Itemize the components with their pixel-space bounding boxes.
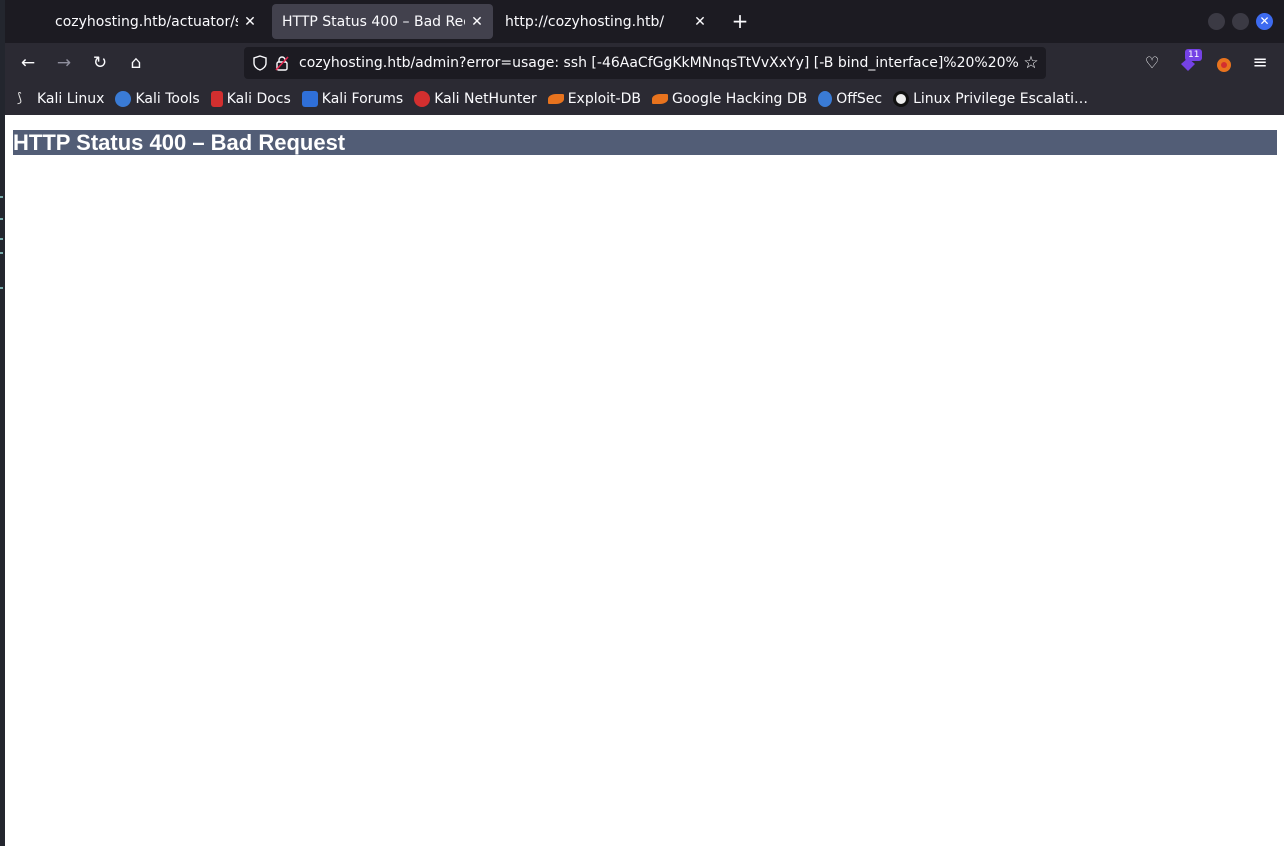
foxyproxy-icon[interactable] xyxy=(1212,51,1236,75)
tab-close-icon[interactable]: ✕ xyxy=(469,14,485,30)
page-title: HTTP Status 400 – Bad Request xyxy=(13,130,1277,155)
maximize-window-button[interactable] xyxy=(1232,13,1249,30)
pocket-icon[interactable]: ♡ xyxy=(1140,51,1164,75)
app-menu-button[interactable]: ≡ xyxy=(1248,51,1272,75)
extension-badge: 11 xyxy=(1185,49,1203,61)
bookmark-label: Kali NetHunter xyxy=(434,91,537,107)
bookmark-label: Kali Tools xyxy=(135,91,200,107)
browser-window: cozyhosting.htb/actuator/ses ✕ HTTP Stat… xyxy=(5,0,1284,846)
bookmark-label: Kali Linux xyxy=(37,91,105,107)
tab-title: http://cozyhosting.htb/ xyxy=(505,13,665,30)
kali-tools-icon xyxy=(115,91,132,107)
bookmark-offsec[interactable]: OffSec xyxy=(818,91,882,107)
insecure-lock-icon[interactable] xyxy=(271,52,293,74)
tab-bad-request[interactable]: HTTP Status 400 – Bad Reque ✕ xyxy=(272,4,493,39)
bookmark-kali-forums[interactable]: Kali Forums xyxy=(301,91,404,107)
bookmarks-toolbar: ⟆ Kali Linux Kali Tools Kali Docs Kali F… xyxy=(5,83,1284,115)
bookmark-label: Kali Forums xyxy=(321,91,404,107)
exploit-db-icon xyxy=(547,94,564,104)
bookmark-label: Exploit-DB xyxy=(567,91,641,107)
home-button[interactable]: ⌂ xyxy=(124,51,148,75)
tracking-protection-shield-icon[interactable] xyxy=(249,52,271,74)
kali-dragon-icon: ⟆ xyxy=(17,91,23,106)
address-bar[interactable]: cozyhosting.htb/admin?error=usage: ssh [… xyxy=(244,47,1046,79)
bookmark-star-icon[interactable]: ☆ xyxy=(1020,52,1042,74)
minimize-window-button[interactable] xyxy=(1208,13,1225,30)
kali-docs-icon xyxy=(210,91,223,107)
offsec-icon xyxy=(818,91,833,107)
tab-close-icon[interactable]: ✕ xyxy=(692,14,708,30)
tab-title: cozyhosting.htb/actuator/ses xyxy=(55,13,238,30)
tab-strip: cozyhosting.htb/actuator/ses ✕ HTTP Stat… xyxy=(5,0,1284,43)
nethunter-icon xyxy=(414,91,431,107)
bookmark-label: Linux Privilege Escalati… xyxy=(913,91,1088,107)
bookmark-kali-tools[interactable]: Kali Tools xyxy=(115,91,200,107)
bookmark-linux-privilege-escalation[interactable]: Linux Privilege Escalati… xyxy=(893,91,1088,107)
kali-forums-icon xyxy=(301,91,318,107)
back-button[interactable]: ← xyxy=(16,51,40,75)
new-tab-button[interactable]: + xyxy=(729,10,751,32)
close-window-button[interactable]: ✕ xyxy=(1256,13,1273,30)
forward-button[interactable]: → xyxy=(52,51,76,75)
bookmark-kali-docs[interactable]: Kali Docs xyxy=(210,91,291,107)
gtfobins-icon xyxy=(893,91,910,107)
page-content: HTTP Status 400 – Bad Request xyxy=(5,115,1284,846)
bookmark-kali-nethunter[interactable]: Kali NetHunter xyxy=(414,91,537,107)
bookmark-label: Google Hacking DB xyxy=(671,91,808,107)
bookmark-exploit-db[interactable]: Exploit-DB xyxy=(547,91,641,107)
ghdb-icon xyxy=(651,94,668,104)
bookmark-google-hacking-db[interactable]: Google Hacking DB xyxy=(651,91,808,107)
tab-title: HTTP Status 400 – Bad Reque xyxy=(282,13,465,30)
bookmark-label: OffSec xyxy=(836,91,883,107)
bookmark-label: Kali Docs xyxy=(226,91,291,107)
tab-close-icon[interactable]: ✕ xyxy=(242,14,258,30)
tab-cozyhosting-home[interactable]: http://cozyhosting.htb/ ✕ xyxy=(495,4,716,39)
reload-button[interactable]: ↻ xyxy=(88,51,112,75)
navigation-toolbar: ← → ↻ ⌂ cozyhosting.htb/admin?error=usag… xyxy=(5,43,1284,83)
bookmark-kali-linux[interactable]: ⟆ Kali Linux xyxy=(17,91,104,107)
tab-actuator-sessions[interactable]: cozyhosting.htb/actuator/ses ✕ xyxy=(45,4,266,39)
url-text[interactable]: cozyhosting.htb/admin?error=usage: ssh [… xyxy=(299,55,1020,71)
